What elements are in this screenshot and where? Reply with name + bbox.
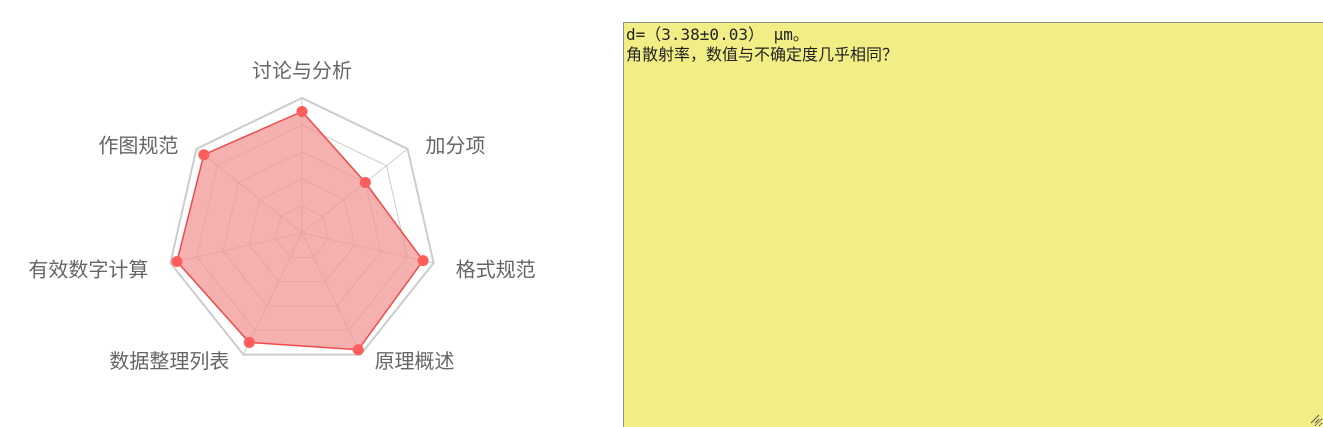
radar-data-point — [296, 106, 308, 117]
radar-data-point — [171, 256, 183, 268]
radar-category-label: 格式规范 — [456, 258, 536, 282]
radar-category-label: 数据整理列表 — [109, 349, 229, 373]
radar-data-point — [359, 176, 371, 188]
resize-grip-icon[interactable] — [1308, 412, 1320, 424]
radar-data-point — [243, 336, 255, 348]
page: 讨论与分析加分项格式规范原理概述 数据整理列表 有效数字计算 作图规范 — [0, 0, 1323, 427]
radar-category-label: 原理概述 — [375, 349, 455, 373]
radar-data-point — [198, 149, 210, 161]
radar-category-label: 有效数字计算 — [28, 258, 148, 282]
radar-category-label: 作图规范 — [98, 133, 178, 157]
radar-svg: 讨论与分析加分项格式规范原理概述 数据整理列表 有效数字计算 作图规范 — [28, 59, 536, 374]
radar-data-point — [417, 255, 429, 267]
radar-category-label: 加分项 — [426, 133, 486, 157]
radar-series-area — [176, 110, 425, 351]
radar-category-label: 讨论与分析 — [252, 59, 352, 83]
comment-textarea[interactable] — [623, 22, 1323, 427]
radar-chart: 讨论与分析加分项格式规范原理概述 数据整理列表 有效数字计算 作图规范 — [0, 0, 600, 427]
radar-data-point — [352, 344, 364, 356]
